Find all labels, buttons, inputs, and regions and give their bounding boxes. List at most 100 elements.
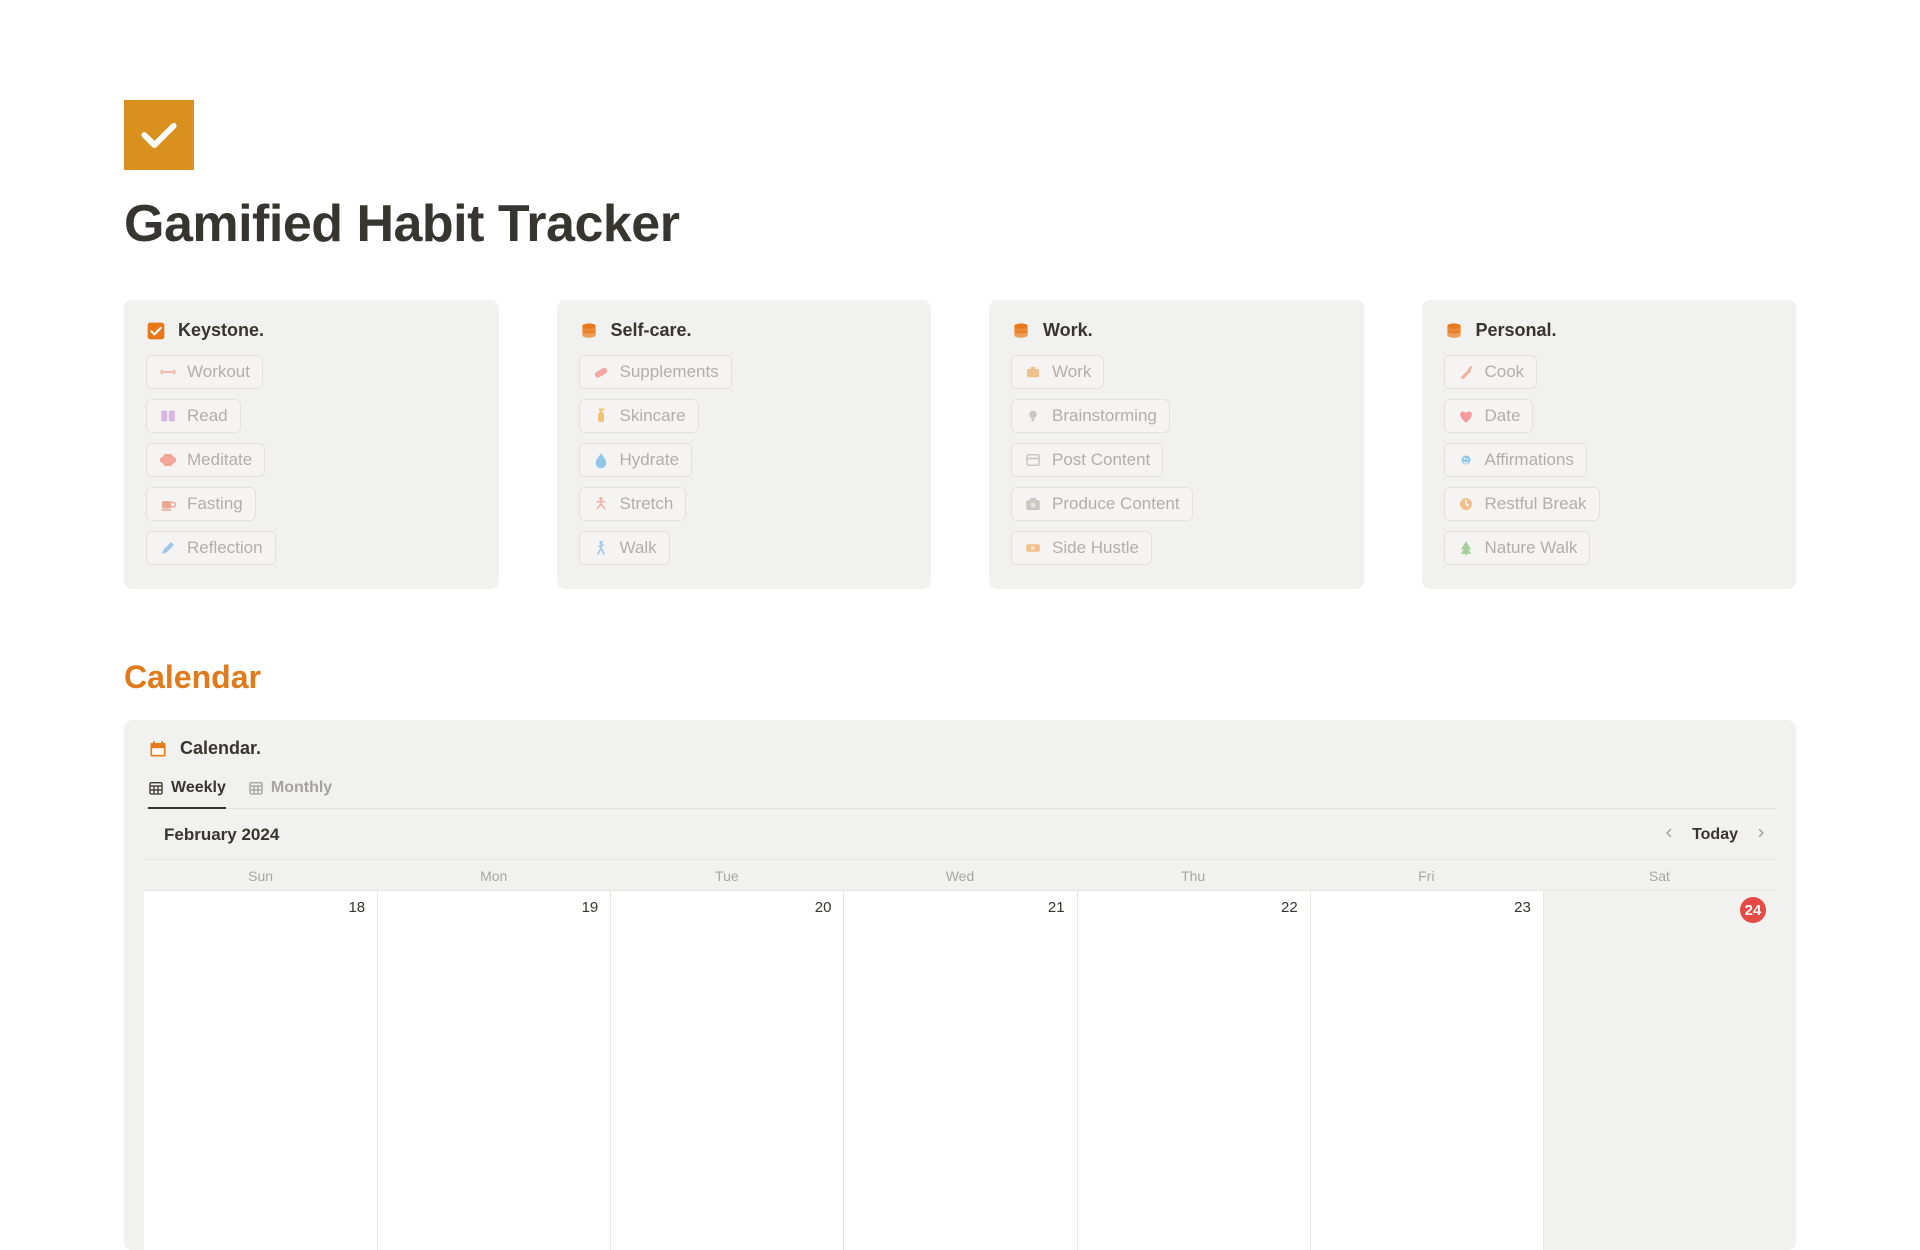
calendar-day-cell[interactable]: 22 xyxy=(1077,890,1310,1250)
dumbbell-icon xyxy=(159,363,177,381)
chevron-left-icon xyxy=(1663,827,1675,839)
calendar-dow: Fri xyxy=(1310,860,1543,890)
habit-chip[interactable]: Post Content xyxy=(1011,443,1163,477)
habit-chip[interactable]: Skincare xyxy=(579,399,699,433)
calendar-day-cell[interactable]: 20 xyxy=(610,890,843,1250)
card-title: Self-care. xyxy=(611,320,692,341)
habit-chip-label: Cook xyxy=(1485,362,1525,382)
habit-chip-label: Affirmations xyxy=(1485,450,1574,470)
habit-chip[interactable]: Date xyxy=(1444,399,1534,433)
tab-weekly[interactable]: Weekly xyxy=(148,771,226,809)
habit-chip-label: Fasting xyxy=(187,494,243,514)
sparkle-icon xyxy=(1457,451,1475,469)
calendar-dow-row: SunMonTueWedThuFriSat xyxy=(144,860,1776,890)
calendar-day-number-today: 24 xyxy=(1740,897,1766,923)
habit-chip-label: Walk xyxy=(620,538,657,558)
calendar-day-cell[interactable]: 19 xyxy=(377,890,610,1250)
stack-icon xyxy=(1444,321,1464,341)
calendar-day-cell[interactable]: 21 xyxy=(843,890,1076,1250)
walker-icon xyxy=(592,539,610,557)
calendar-card-title: Calendar. xyxy=(180,738,261,759)
calendar-view-tabs: Weekly Monthly xyxy=(144,771,1776,809)
habit-chip[interactable]: Reflection xyxy=(146,531,276,565)
calendar-section-title: Calendar xyxy=(124,659,1796,696)
camera-icon xyxy=(1024,495,1042,513)
habit-chip[interactable]: Meditate xyxy=(146,443,265,477)
calendar-day-number: 21 xyxy=(1048,899,1065,916)
calendar-day-number: 19 xyxy=(582,899,599,916)
calendar-dow: Wed xyxy=(843,860,1076,890)
habit-chip-label: Date xyxy=(1485,406,1521,426)
habit-chip[interactable]: Fasting xyxy=(146,487,256,521)
calendar-dow: Thu xyxy=(1077,860,1310,890)
calendar-dow: Mon xyxy=(377,860,610,890)
habit-chip[interactable]: Walk xyxy=(579,531,670,565)
habit-card: Personal. Cook Date Affirmations Restful Bre… xyxy=(1422,300,1797,589)
calendar-card: Calendar. Weekly Monthly February 2024 T… xyxy=(124,720,1796,1250)
habit-chip-label: Side Hustle xyxy=(1052,538,1139,558)
habit-chip[interactable]: Supplements xyxy=(579,355,732,389)
habit-chip[interactable]: Hydrate xyxy=(579,443,693,477)
habit-chip[interactable]: Read xyxy=(146,399,241,433)
window-icon xyxy=(1024,451,1042,469)
bulb-icon xyxy=(1024,407,1042,425)
habit-chip[interactable]: Brainstorming xyxy=(1011,399,1170,433)
chevron-right-icon xyxy=(1755,827,1767,839)
habit-cards-row: Keystone. Workout Read Meditate Fasting Refle… xyxy=(124,300,1796,589)
habit-chip[interactable]: Stretch xyxy=(579,487,687,521)
habit-chip-label: Meditate xyxy=(187,450,252,470)
habit-chip[interactable]: Restful Break xyxy=(1444,487,1600,521)
calendar-day-cell[interactable]: 24 xyxy=(1543,890,1776,1250)
cash-icon xyxy=(1024,539,1042,557)
habit-card: Self-care. Supplements Skincare Hydrate Stre… xyxy=(557,300,932,589)
pencil-icon xyxy=(159,539,177,557)
calendar-day-cell[interactable]: 23 xyxy=(1310,890,1543,1250)
habit-chip[interactable]: Affirmations xyxy=(1444,443,1587,477)
tab-monthly[interactable]: Monthly xyxy=(248,771,332,809)
calendar-today-button[interactable]: Today xyxy=(1692,826,1738,844)
habit-chip-label: Skincare xyxy=(620,406,686,426)
stack-icon xyxy=(1011,321,1031,341)
habit-chip-label: Workout xyxy=(187,362,250,382)
habit-chip[interactable]: Produce Content xyxy=(1011,487,1193,521)
briefcase-icon xyxy=(1024,363,1042,381)
calendar-prev-button[interactable] xyxy=(1660,826,1678,844)
calendar-days-row: 18 19 20 21 2223 24 xyxy=(144,890,1776,1250)
habit-card: Work. Work Brainstorming Post Content Produc… xyxy=(989,300,1364,589)
habit-chip[interactable]: Workout xyxy=(146,355,263,389)
card-title: Personal. xyxy=(1476,320,1557,341)
habit-chip[interactable]: Nature Walk xyxy=(1444,531,1591,565)
brain-icon xyxy=(159,451,177,469)
page-hero-icon xyxy=(124,100,194,170)
checkbox-icon xyxy=(146,321,166,341)
clock-icon xyxy=(1457,495,1475,513)
stretch-icon xyxy=(592,495,610,513)
habit-chip[interactable]: Work xyxy=(1011,355,1104,389)
habit-chip-label: Reflection xyxy=(187,538,263,558)
page-title: Gamified Habit Tracker xyxy=(124,194,1796,254)
calendar-day-number: 20 xyxy=(815,899,832,916)
card-title: Work. xyxy=(1043,320,1093,341)
tree-icon xyxy=(1457,539,1475,557)
stack-icon xyxy=(579,321,599,341)
calendar-dow: Sat xyxy=(1543,860,1776,890)
tab-weekly-label: Weekly xyxy=(171,779,226,797)
checkmark-icon xyxy=(137,113,181,157)
card-title: Keystone. xyxy=(178,320,264,341)
knife-icon xyxy=(1457,363,1475,381)
habit-chip[interactable]: Cook xyxy=(1444,355,1538,389)
habit-chip-label: Nature Walk xyxy=(1485,538,1578,558)
calendar-grid-icon xyxy=(148,780,164,796)
habit-chip-label: Produce Content xyxy=(1052,494,1180,514)
habit-chip[interactable]: Side Hustle xyxy=(1011,531,1152,565)
habit-chip-label: Restful Break xyxy=(1485,494,1587,514)
calendar-day-cell[interactable]: 18 xyxy=(144,890,377,1250)
calendar-grid-icon xyxy=(248,780,264,796)
calendar-next-button[interactable] xyxy=(1752,826,1770,844)
pill-icon xyxy=(592,363,610,381)
habit-card: Keystone. Workout Read Meditate Fasting Refle… xyxy=(124,300,499,589)
heart-icon xyxy=(1457,407,1475,425)
calendar-dow: Sun xyxy=(144,860,377,890)
calendar-dow: Tue xyxy=(610,860,843,890)
mug-icon xyxy=(159,495,177,513)
